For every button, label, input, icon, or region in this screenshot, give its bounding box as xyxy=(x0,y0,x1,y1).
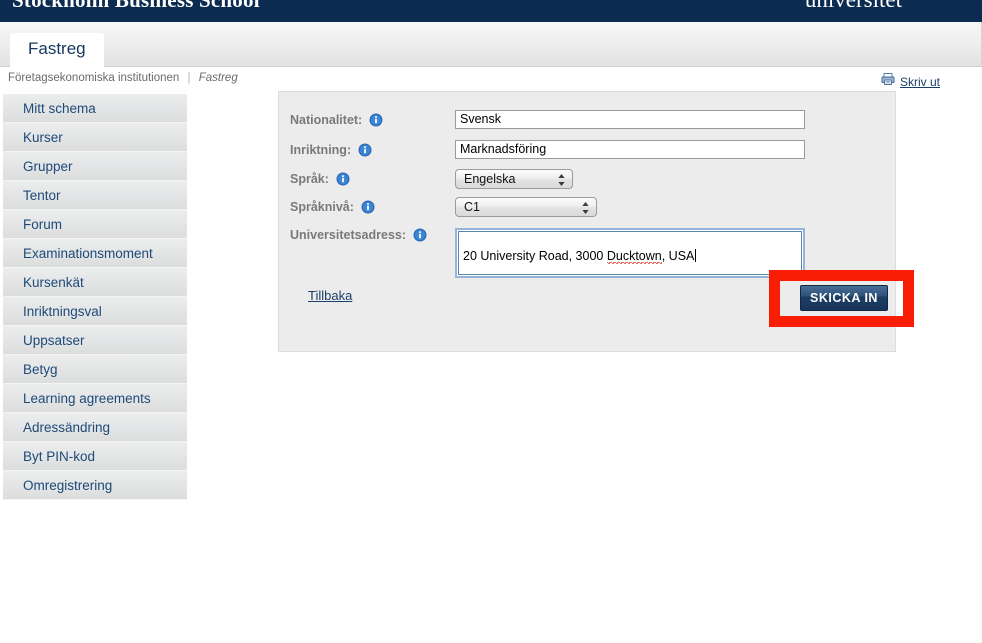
submit-button[interactable]: SKICKA IN xyxy=(800,285,888,311)
inriktning-label-text: Inriktning: xyxy=(290,143,352,157)
sidebar-item-mitt-schema[interactable]: Mitt schema xyxy=(0,94,187,123)
sidebar-item-kursenkat[interactable]: Kursenkät xyxy=(0,268,187,297)
universitetsadress-label-text: Universitetsadress: xyxy=(290,228,407,242)
breadcrumb-separator: | xyxy=(187,72,191,84)
breadcrumb-current: Fastreg xyxy=(198,72,238,84)
tab-fastreg[interactable]: Fastreg xyxy=(10,33,104,67)
sidebar-item-inriktningsval[interactable]: Inriktningsval xyxy=(0,297,187,326)
sprak-select[interactable]: Engelska xyxy=(455,169,573,189)
label-inriktning: Inriktning: xyxy=(290,143,372,157)
address-text-part-1: 20 University Road, 3000 xyxy=(463,249,607,263)
tab-strip: Fastreg xyxy=(0,22,982,67)
nationalitet-input[interactable]: Svensk xyxy=(455,110,805,129)
label-nationalitet: Nationalitet: xyxy=(290,113,383,127)
brand-title-right: universitet xyxy=(805,0,902,13)
info-icon[interactable] xyxy=(361,200,375,214)
breadcrumb-parent[interactable]: Företagsekonomiska institutionen xyxy=(8,72,179,84)
printer-icon xyxy=(881,72,895,91)
chevron-updown-icon xyxy=(581,200,590,216)
sidebar-item-betyg[interactable]: Betyg xyxy=(0,355,187,384)
brand-title-left: Stockholm Business School xyxy=(12,0,260,12)
address-text-part-2: , USA xyxy=(661,249,695,263)
sprak-label-text: Språk: xyxy=(290,172,329,186)
sidebar-item-grupper[interactable]: Grupper xyxy=(0,152,187,181)
label-universitetsadress: Universitetsadress: xyxy=(290,228,427,242)
spraknivae-select[interactable]: C1 xyxy=(455,197,597,217)
sidebar-nav: Mitt schema Kurser Grupper Tentor Forum … xyxy=(0,94,187,500)
back-link[interactable]: Tillbaka xyxy=(308,288,352,303)
chevron-updown-icon xyxy=(557,172,566,188)
universitetsadress-textarea-inner: 20 University Road, 3000 Ducktown, USA xyxy=(458,231,802,275)
sidebar-item-learning-agreements[interactable]: Learning agreements xyxy=(0,384,187,413)
inriktning-input[interactable]: Marknadsföring xyxy=(455,140,805,159)
print-link-label: Skriv ut xyxy=(899,74,940,89)
info-icon[interactable] xyxy=(369,113,383,127)
sidebar-item-omregistrering[interactable]: Omregistrering xyxy=(0,471,187,500)
misspelled-word: Ducktown xyxy=(606,249,662,266)
info-icon[interactable] xyxy=(358,143,372,157)
sidebar-item-adressandring[interactable]: Adressändring xyxy=(0,413,187,442)
sidebar-item-byt-pin-kod[interactable]: Byt PIN-kod xyxy=(0,442,187,471)
sidebar-item-examinationsmoment[interactable]: Examinationsmoment xyxy=(0,239,187,268)
spraknivae-select-value: C1 xyxy=(464,200,480,214)
spraknivae-label-text: Språknivå: xyxy=(290,200,354,214)
info-icon[interactable] xyxy=(413,228,427,242)
sidebar-item-uppsatser[interactable]: Uppsatser xyxy=(0,326,187,355)
label-spraknivae: Språknivå: xyxy=(290,200,375,214)
sidebar-item-forum[interactable]: Forum xyxy=(0,210,187,239)
nationalitet-label-text: Nationalitet: xyxy=(290,113,363,127)
label-sprak: Språk: xyxy=(290,172,350,186)
sidebar-item-kurser[interactable]: Kurser xyxy=(0,123,187,152)
sprak-select-value: Engelska xyxy=(464,172,516,186)
site-banner: Stockholm Business School universitet xyxy=(0,0,982,22)
sidebar-item-tentor[interactable]: Tentor xyxy=(0,181,187,210)
universitetsadress-textarea-text: 20 University Road, 3000 Ducktown, USA xyxy=(463,249,697,266)
text-caret xyxy=(695,249,697,262)
universitetsadress-textarea[interactable]: 20 University Road, 3000 Ducktown, USA xyxy=(455,228,805,278)
breadcrumb: Företagsekonomiska institutionen | Fastr… xyxy=(8,72,238,84)
info-icon[interactable] xyxy=(336,172,350,186)
print-link[interactable]: Skriv ut xyxy=(881,72,940,91)
